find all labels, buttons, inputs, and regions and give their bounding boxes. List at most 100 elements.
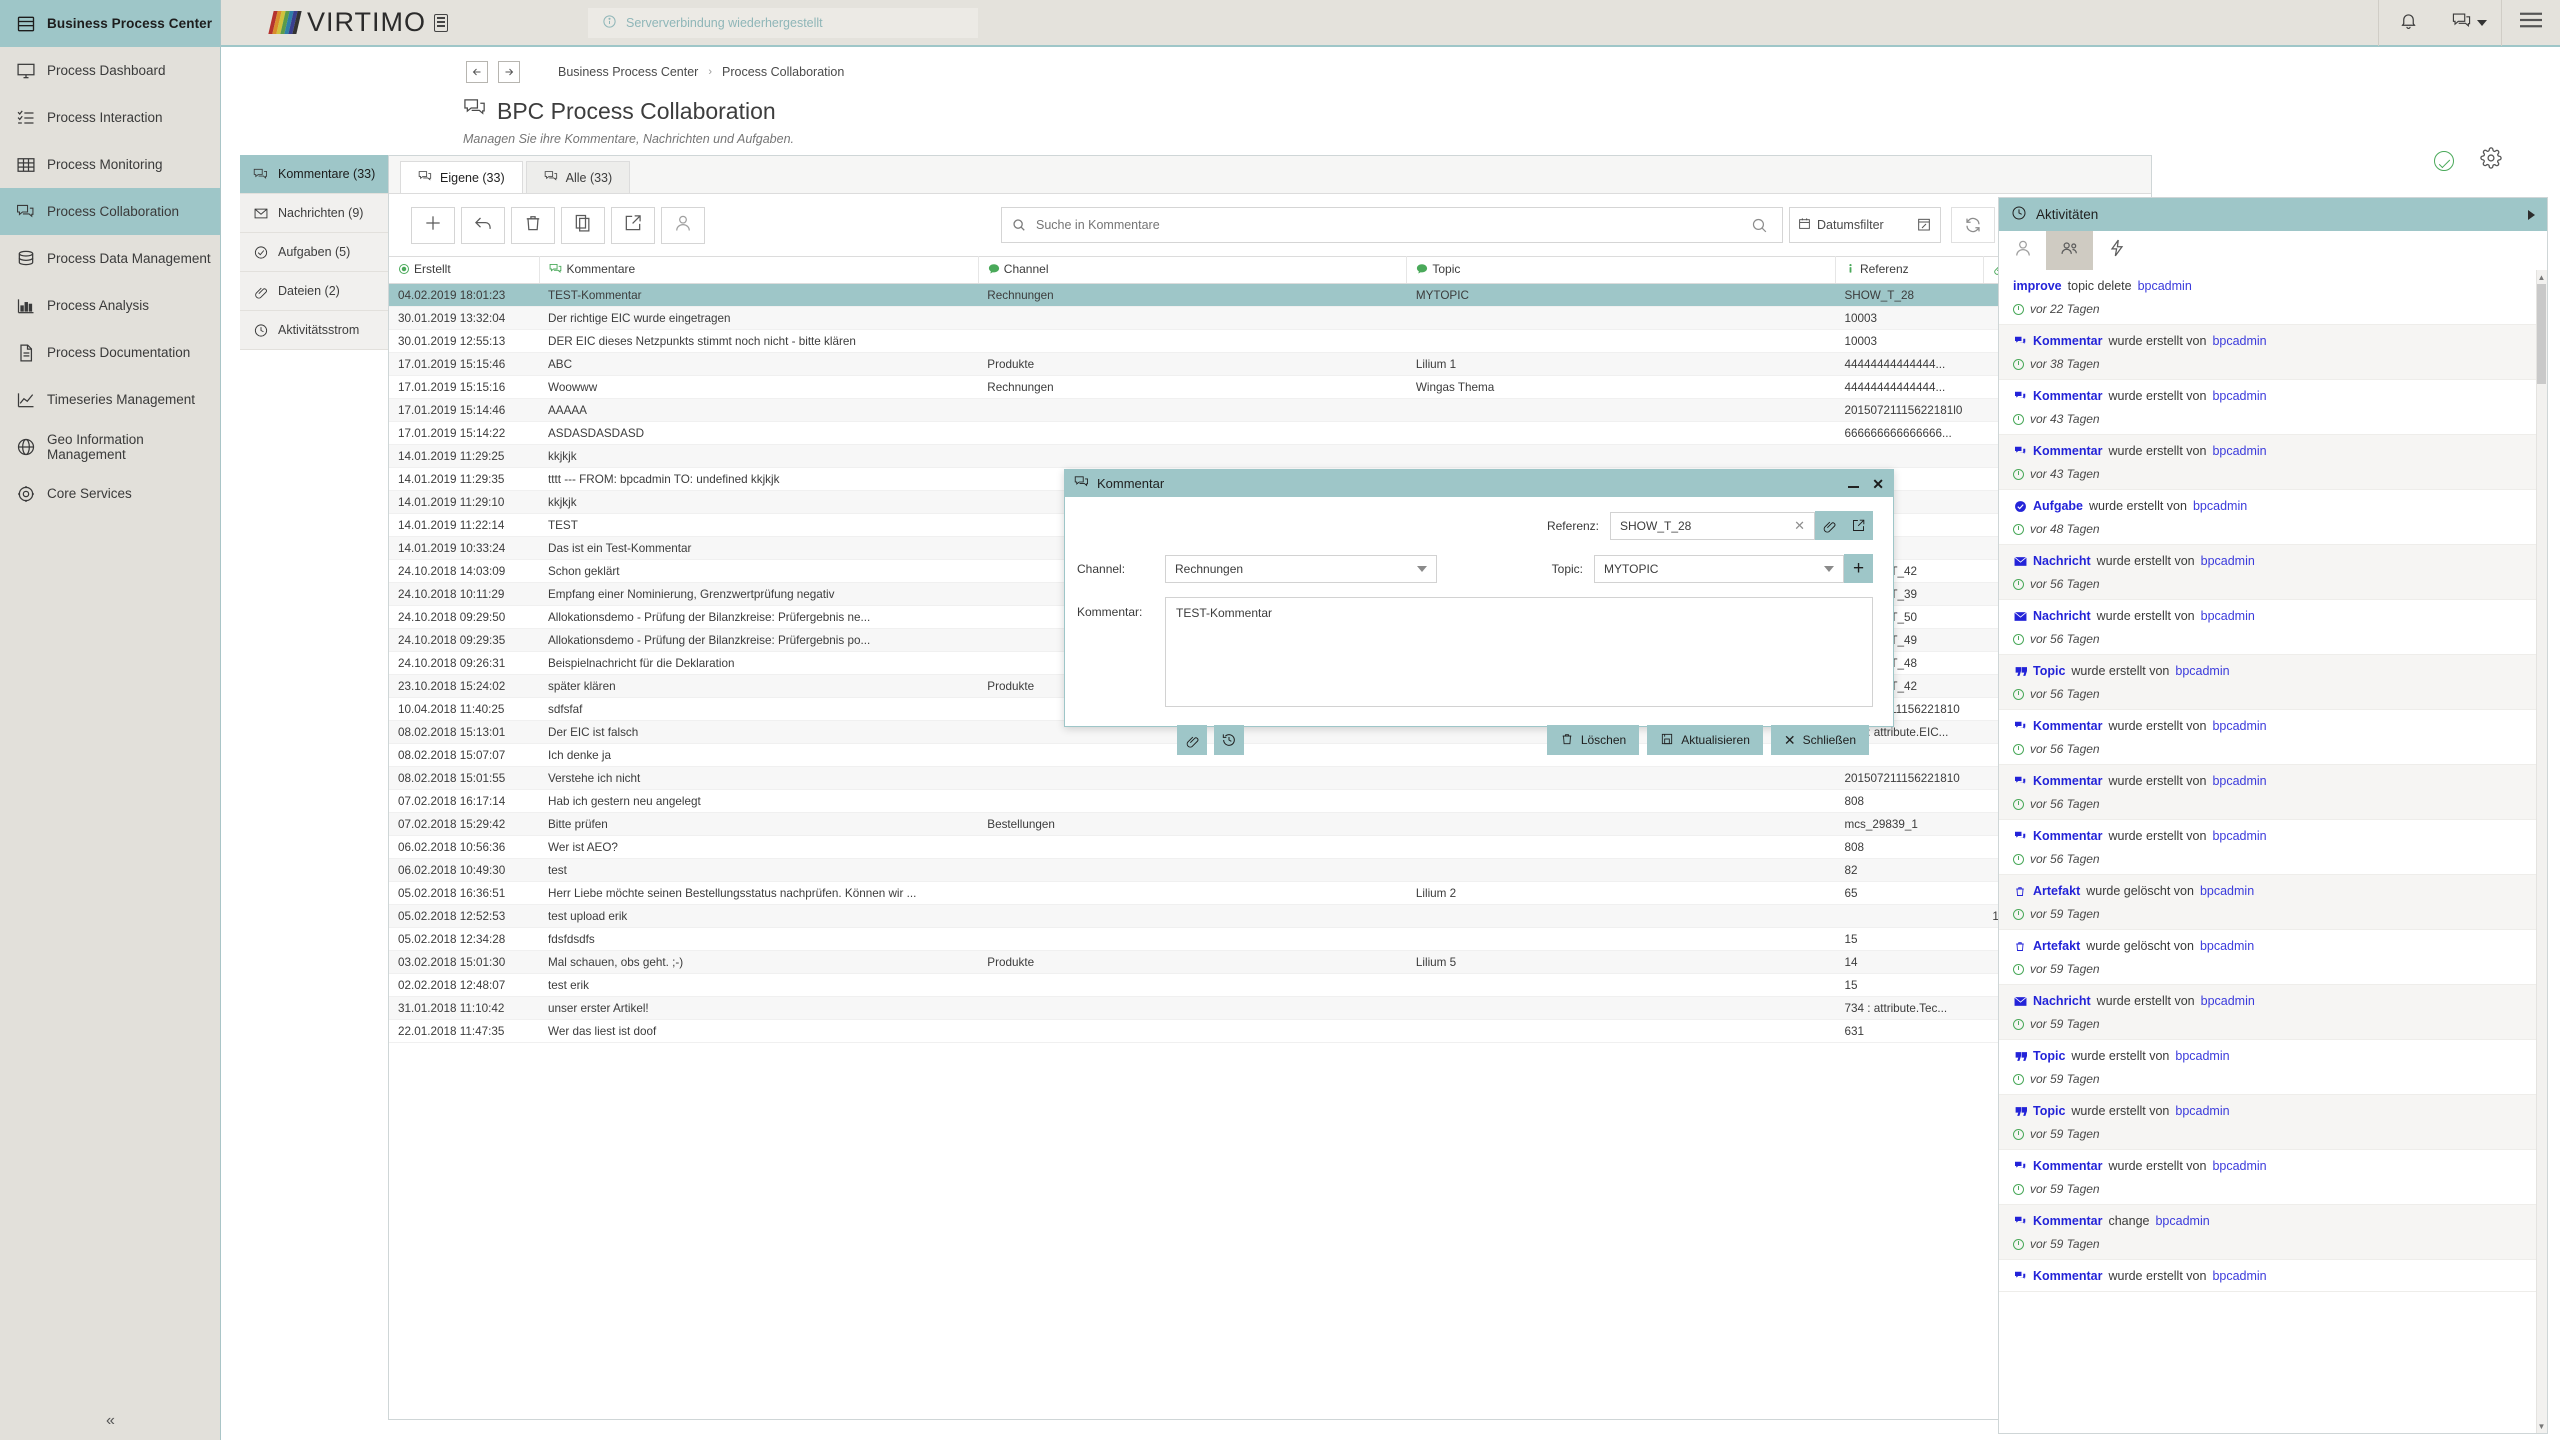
topic-select[interactable]: MYTOPIC xyxy=(1594,554,1844,583)
refresh-button[interactable] xyxy=(1951,207,1995,243)
sidebar-item-process-analysis[interactable]: Process Analysis xyxy=(0,282,220,329)
activity-user[interactable]: bpcadmin xyxy=(2212,829,2266,843)
user-button[interactable] xyxy=(661,206,705,244)
table-row[interactable]: 05.02.2018 12:34:28fdsfdsdfs15⋯ xyxy=(389,928,2151,951)
activity-user[interactable]: bpcadmin xyxy=(2212,444,2266,458)
chevron-right-icon[interactable] xyxy=(2528,209,2535,220)
activity-item[interactable]: Nachricht wurde erstellt von bpcadmin vor 5… xyxy=(1999,545,2547,600)
open-button[interactable] xyxy=(611,206,655,244)
table-row[interactable]: 14.01.2019 11:29:25kkjkjk⋯ xyxy=(389,444,2151,468)
activity-item[interactable]: Topic wurde erstellt von bpcadmin vor 56 Ta… xyxy=(1999,655,2547,710)
sidebar-item-timeseries-management[interactable]: Timeseries Management xyxy=(0,376,220,423)
attach-button[interactable] xyxy=(1177,725,1207,755)
update-button[interactable]: Aktualisieren xyxy=(1647,725,1763,755)
activity-item[interactable]: Topic wurde erstellt von bpcadmin vor 59 Ta… xyxy=(1999,1040,2547,1095)
activity-user[interactable]: bpcadmin xyxy=(2212,719,2266,733)
table-row[interactable]: 03.02.2018 15:01:30 Mal schauen, obs geht… xyxy=(389,950,2151,974)
activity-item[interactable]: Nachricht wurde erstellt von bpcadmin vor 5… xyxy=(1999,985,2547,1040)
referenz-open-button[interactable] xyxy=(1844,511,1873,540)
scroll-down-icon[interactable]: ▼ xyxy=(2537,1420,2546,1432)
activity-tab-bolt[interactable] xyxy=(2093,231,2140,270)
table-row[interactable]: 05.02.2018 16:36:51 Herr Liebe möchte sei… xyxy=(389,882,2151,905)
column-header-channel[interactable]: Channel xyxy=(978,256,1408,284)
sidebar-collapse-button[interactable]: « xyxy=(0,1402,221,1440)
table-row[interactable]: 17.01.2019 15:14:22 ASDASDASDASD 666666666… xyxy=(389,422,2151,445)
activity-item[interactable]: Topic wurde erstellt von bpcadmin vor 59 Ta… xyxy=(1999,1095,2547,1150)
activity-user[interactable]: bpcadmin xyxy=(2212,774,2266,788)
breadcrumb-item-0[interactable]: Business Process Center xyxy=(558,65,698,79)
table-row[interactable]: 02.02.2018 12:48:07test erik15⋯ xyxy=(389,974,2151,997)
channel-select[interactable]: Rechnungen xyxy=(1165,554,1437,583)
section-tab-aufgaben[interactable]: Aufgaben (5) xyxy=(240,233,388,272)
topic-add-button[interactable]: + xyxy=(1844,554,1873,583)
sidebar-item-geo-information-management[interactable]: Geo Information Management xyxy=(0,423,220,470)
sidebar-item-core-services[interactable]: Core Services xyxy=(0,470,220,517)
activity-scrollbar[interactable]: ▲ ▼ xyxy=(2536,270,2547,1433)
sidebar-item-process-data-management[interactable]: Process Data Management xyxy=(0,235,220,282)
activity-user[interactable]: bpcadmin xyxy=(2212,1269,2266,1283)
sidebar-item-process-collaboration[interactable]: Process Collaboration xyxy=(0,188,220,235)
table-row[interactable]: 04.02.2019 18:01:23 TEST-Kommentar Rechnun… xyxy=(389,283,2151,307)
brand-logo[interactable]: VIRTIMO xyxy=(268,7,449,38)
sidebar-item-process-interaction[interactable]: Process Interaction xyxy=(0,94,220,141)
activity-tab-user[interactable] xyxy=(1999,231,2046,270)
referenz-link-button[interactable] xyxy=(1815,511,1844,540)
column-header-referenz[interactable]: Referenz xyxy=(1835,256,1984,284)
activity-user[interactable]: bpcadmin xyxy=(2201,609,2255,623)
calendar-edit-icon[interactable] xyxy=(1916,216,1932,235)
main-menu-button[interactable] xyxy=(2502,0,2560,46)
table-row[interactable]: 17.01.2019 15:15:16 Woowww Rechnungen Winga… xyxy=(389,376,2151,399)
table-row[interactable]: 07.02.2018 15:29:42 Bitte prüfen Bestellun… xyxy=(389,812,2151,836)
clear-x-icon[interactable]: ✕ xyxy=(1794,518,1805,534)
scope-tab-alle[interactable]: Alle (33) xyxy=(525,161,631,193)
check-circle-icon[interactable] xyxy=(2434,150,2454,171)
add-button[interactable] xyxy=(411,206,455,244)
scroll-thumb[interactable] xyxy=(2537,284,2546,384)
sidebar-item-process-monitoring[interactable]: Process Monitoring xyxy=(0,141,220,188)
section-tab-aktivitätsstrom[interactable]: Aktivitätsstrom xyxy=(240,311,388,350)
table-row[interactable]: 31.01.2018 11:10:42 unser erster Artikel!… xyxy=(389,996,2151,1020)
search-field[interactable] xyxy=(1001,207,1783,243)
activity-user[interactable]: bpcadmin xyxy=(2200,884,2254,898)
close-icon[interactable]: ✕ xyxy=(1872,477,1884,491)
table-row[interactable]: 17.01.2019 15:14:46 AAAAA 2015072111562218… xyxy=(389,398,2151,422)
scroll-up-icon[interactable]: ▲ xyxy=(2537,271,2546,283)
activity-user[interactable]: bpcadmin xyxy=(2201,554,2255,568)
column-header-topic[interactable]: Topic xyxy=(1406,256,1836,284)
section-tab-dateien[interactable]: Dateien (2) xyxy=(240,272,388,311)
activity-item[interactable]: Kommentar wurde erstellt von bpcadmin xyxy=(1999,1260,2547,1292)
activity-user[interactable]: bpcadmin xyxy=(2175,664,2229,678)
kommentar-textarea[interactable]: TEST-Kommentar xyxy=(1165,597,1873,707)
copy-button[interactable] xyxy=(561,206,605,244)
sidebar-item-process-dashboard[interactable]: Process Dashboard xyxy=(0,47,220,94)
date-filter-button[interactable]: Datumsfilter xyxy=(1789,207,1941,243)
activity-user[interactable]: bpcadmin xyxy=(2212,389,2266,403)
activity-item[interactable]: Nachricht wurde erstellt von bpcadmin vor 5… xyxy=(1999,600,2547,655)
table-row[interactable]: 06.02.2018 10:56:36Wer ist AEO?808⋯ xyxy=(389,836,2151,859)
search-input[interactable] xyxy=(1036,218,1736,232)
sidebar-brand[interactable]: Business Process Center xyxy=(0,0,220,47)
activity-item[interactable]: improve topic delete bpcadmin vor 22 Tagen xyxy=(1999,270,2547,325)
nav-forward-button[interactable] xyxy=(498,61,520,83)
table-row[interactable]: 22.01.2018 11:47:35 Wer das liest ist doo… xyxy=(389,1020,2151,1043)
table-row[interactable]: 30.01.2019 13:32:04 Der richtige EIC wurd… xyxy=(389,306,2151,330)
close-dialog-button[interactable]: ✕ Schließen xyxy=(1770,725,1869,755)
app-switcher-icon[interactable] xyxy=(434,13,449,32)
dialog-title-bar[interactable]: Kommentar ✕ xyxy=(1065,470,1893,497)
table-row[interactable]: 30.01.2019 12:55:13 DER EIC dieses Netzpu… xyxy=(389,330,2151,353)
table-row[interactable]: 17.01.2019 15:15:46 ABC Produkte Lilium 1 44… xyxy=(389,352,2151,376)
section-tab-nachrichten[interactable]: Nachrichten (9) xyxy=(240,194,388,233)
sidebar-item-process-documentation[interactable]: Process Documentation xyxy=(0,329,220,376)
column-header-erstellt[interactable]: Erstellt xyxy=(389,256,540,284)
delete-button[interactable]: Löschen xyxy=(1546,725,1640,755)
reply-button[interactable] xyxy=(461,206,505,244)
breadcrumb-item-1[interactable]: Process Collaboration xyxy=(722,65,844,79)
activity-user[interactable]: bpcadmin xyxy=(2212,1159,2266,1173)
notifications-button[interactable] xyxy=(2379,0,2437,46)
activity-item[interactable]: Kommentar wurde erstellt von bpcadmin vor 4… xyxy=(1999,380,2547,435)
activity-item[interactable]: Kommentar wurde erstellt von bpcadmin vor 5… xyxy=(1999,765,2547,820)
table-row[interactable]: 08.02.2018 15:01:55 Verstehe ich nicht 201… xyxy=(389,766,2151,790)
activity-user[interactable]: bpcadmin xyxy=(2193,499,2247,513)
activity-item[interactable]: Kommentar change bpcadmin vor 59 Tagen xyxy=(1999,1205,2547,1260)
activity-user[interactable]: bpcadmin xyxy=(2200,939,2254,953)
